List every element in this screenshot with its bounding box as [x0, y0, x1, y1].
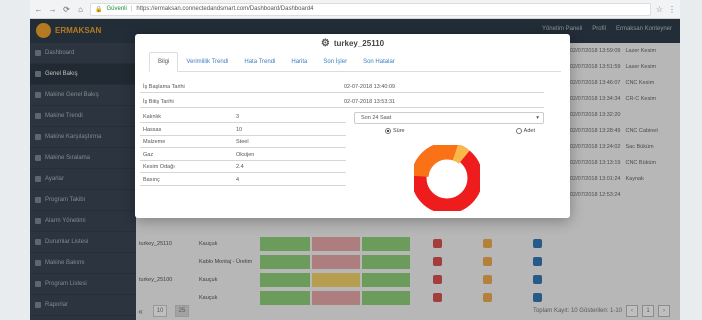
chart-mode-radios: Süre Adet	[385, 128, 535, 134]
url-separator: |	[130, 6, 133, 12]
info-row: Gaz Oksijen	[140, 150, 346, 161]
select-arrow-icon: ▾	[536, 115, 539, 121]
status-donut-chart	[414, 145, 480, 211]
info-label: Kesim Odağı	[143, 164, 175, 170]
info-label: Kalınlık	[143, 114, 162, 120]
info-row: Malzeme Steel	[140, 137, 346, 148]
modal-tab[interactable]: Son Hatalar	[355, 52, 403, 72]
time-range-select[interactable]: Son 24 Saat ▾	[354, 112, 544, 124]
info-value: 2.4	[236, 164, 244, 170]
radio-option[interactable]: Adet	[515, 128, 535, 134]
info-row-full: İş Başlama Tarihi 02-07-2018 13:40:09	[140, 82, 544, 93]
modal-title-bar: ⚙ turkey_25110	[135, 38, 570, 49]
info-label: İş Bitiş Tarihi	[143, 99, 174, 105]
reload-icon[interactable]: ⟳	[62, 5, 71, 14]
modal-tab[interactable]: Bilgi	[149, 52, 179, 72]
info-row-full: İş Bitiş Tarihi 02-07-2018 13:53:31	[140, 97, 544, 108]
modal-tab[interactable]: Verimlilik Trendi	[178, 52, 236, 72]
forward-icon[interactable]: →	[48, 5, 57, 14]
info-label: İş Başlama Tarihi	[143, 84, 185, 90]
url-text: https://ermaksan.connectedandsmart.com/D…	[136, 6, 314, 12]
info-row: Basınç 4	[140, 175, 346, 186]
info-row: Kalınlık 3	[140, 112, 346, 123]
info-value: Steel	[236, 139, 249, 145]
modal-tab[interactable]: Son İşler	[315, 52, 355, 72]
bookmark-star-icon[interactable]: ☆	[656, 5, 663, 14]
donut-hole	[438, 169, 456, 187]
info-value: 10	[236, 126, 243, 133]
modal-tabs: Bilgi Verimlilik Trendi Hata Trendi Harita S…	[149, 52, 561, 72]
info-value: 02-07-2018 13:53:31	[344, 99, 396, 105]
info-row: Kesim Odağı 2.4	[140, 162, 346, 173]
radio-dot[interactable]	[515, 128, 522, 134]
modal-title: turkey_25110	[333, 39, 385, 48]
info-value: 3	[236, 114, 240, 120]
back-icon[interactable]: ←	[34, 5, 43, 14]
modal-tab[interactable]: Harita	[283, 52, 315, 72]
browser-menu-icon[interactable]: ⋮	[668, 5, 676, 14]
radio-label: Süre	[393, 128, 405, 134]
radio-label: Adet	[523, 128, 535, 134]
info-label: Basınç	[143, 176, 160, 183]
radio-option[interactable]: Süre	[385, 128, 405, 134]
address-bar[interactable]: 🔒 Güvenli | https://ermaksan.connectedan…	[90, 2, 651, 16]
browser-toolbar: ← → ⟳ ⌂ 🔒 Güvenli | https://ermaksan.con…	[30, 0, 680, 19]
gears-icon: ⚙	[320, 38, 330, 49]
info-label: Gaz	[143, 151, 154, 158]
info-value: 02-07-2018 13:40:09	[344, 84, 396, 90]
modal-tab[interactable]: Hata Trendi	[236, 52, 283, 72]
info-label: Hassas	[143, 126, 162, 133]
info-value: Oksijen	[236, 151, 255, 158]
radio-dot[interactable]	[385, 128, 391, 134]
home-icon[interactable]: ⌂	[76, 5, 85, 14]
lock-icon: 🔒	[95, 6, 103, 13]
secure-label: Güvenli	[106, 6, 127, 12]
info-label: Malzeme	[143, 139, 166, 145]
info-value: 4	[236, 176, 240, 183]
time-range-value: Son 24 Saat	[361, 115, 392, 121]
info-row: Hassas 10	[140, 125, 346, 136]
